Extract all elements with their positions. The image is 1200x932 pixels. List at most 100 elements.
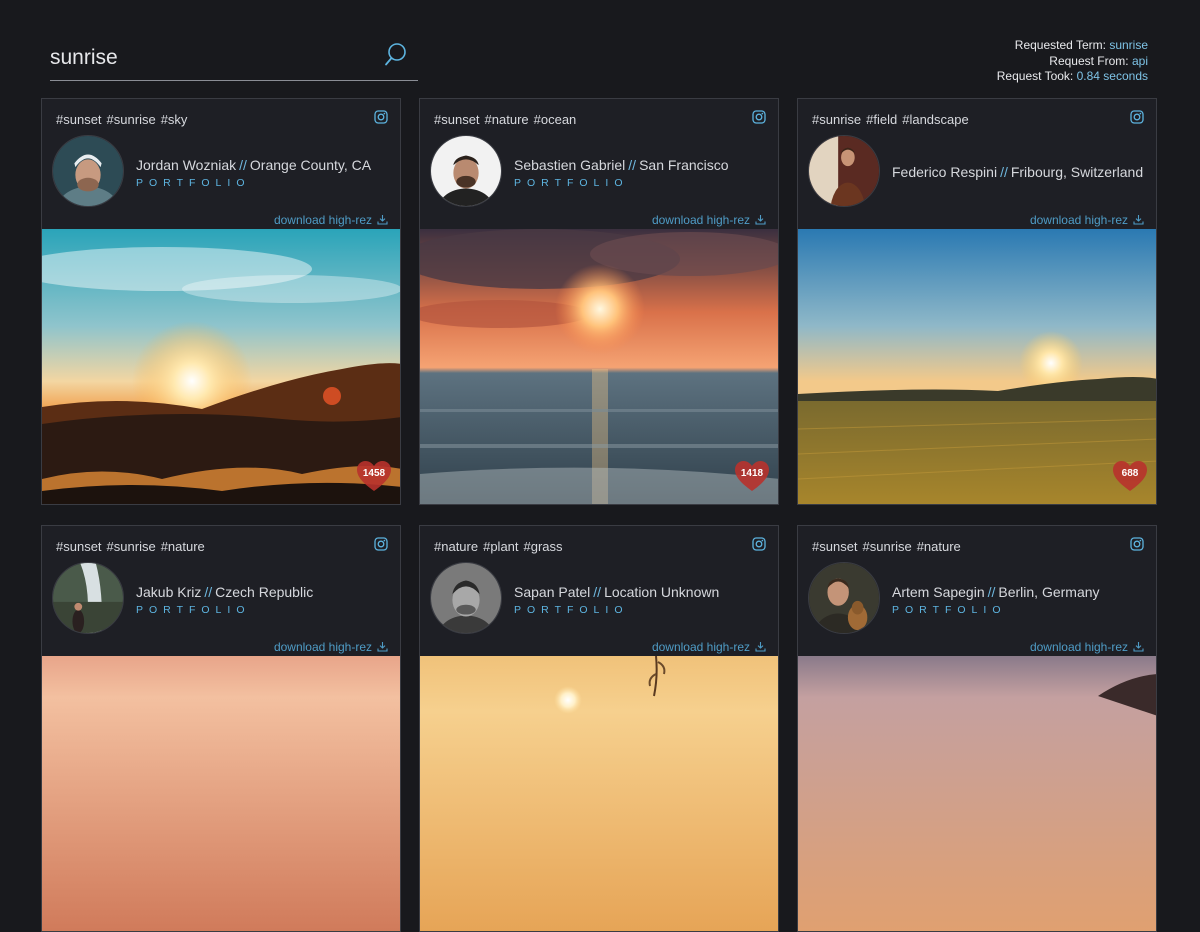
photo[interactable]: 688 <box>798 229 1156 504</box>
tag[interactable]: #nature <box>434 539 478 554</box>
author-meta: Sebastien Gabriel//San Francisco PORTFOL… <box>514 157 729 189</box>
tag-list: #sunset #nature #ocean <box>434 112 581 127</box>
download-icon <box>755 642 766 652</box>
separator: // <box>593 584 602 600</box>
like-count: 1458 <box>362 468 386 479</box>
tag[interactable]: #nature <box>485 112 529 127</box>
tag[interactable]: #sunrise <box>812 112 861 127</box>
tag[interactable]: #grass <box>524 539 563 554</box>
requested-term: Requested Term: sunrise <box>1014 38 1148 52</box>
instagram-icon[interactable] <box>374 537 388 551</box>
instagram-icon[interactable] <box>1130 537 1144 551</box>
photo-card: #sunset #sunrise #sky Jordan Wozniak//Oran… <box>41 98 401 505</box>
download-icon <box>377 642 388 652</box>
separator: // <box>1000 164 1008 180</box>
author-name[interactable]: Federico Respini <box>892 164 997 180</box>
author-location: Berlin, Germany <box>998 584 1100 600</box>
author-name[interactable]: Sapan Patel <box>514 584 590 600</box>
separator: // <box>987 584 996 600</box>
instagram-icon[interactable] <box>1130 110 1144 124</box>
author-location: Location Unknown <box>604 584 720 600</box>
avatar[interactable] <box>430 135 502 207</box>
avatar[interactable] <box>430 562 502 634</box>
download-icon <box>377 215 388 225</box>
separator: // <box>239 157 247 173</box>
request-info: Requested Term: sunrise Request From: ap… <box>997 38 1148 85</box>
avatar[interactable] <box>52 562 124 634</box>
avatar[interactable] <box>52 135 124 207</box>
author-name[interactable]: Jakub Kriz <box>136 584 201 600</box>
author-meta: Artem Sapegin//Berlin, Germany PORTFOLIO <box>892 584 1100 616</box>
download-link[interactable]: download high-rez <box>274 213 388 227</box>
author-location: Czech Republic <box>215 584 314 600</box>
download-link[interactable]: download high-rez <box>1030 213 1144 227</box>
separator: // <box>204 584 213 600</box>
portfolio-link[interactable]: PORTFOLIO <box>514 604 719 616</box>
like-button[interactable]: 688 <box>1112 460 1148 492</box>
tag[interactable]: #nature <box>161 539 205 554</box>
tag[interactable]: #sky <box>161 112 188 127</box>
download-link[interactable]: download high-rez <box>652 213 766 227</box>
portfolio-link[interactable]: PORTFOLIO <box>892 604 1100 616</box>
instagram-icon[interactable] <box>752 110 766 124</box>
download-link[interactable]: download high-rez <box>652 640 766 654</box>
portfolio-link[interactable]: PORTFOLIO <box>136 604 313 616</box>
tag-list: #sunrise #field #landscape <box>812 112 974 127</box>
author-name[interactable]: Jordan Wozniak <box>136 157 236 173</box>
tag[interactable]: #sunrise <box>107 539 156 554</box>
tag[interactable]: #sunrise <box>107 112 156 127</box>
search-input[interactable] <box>50 42 370 74</box>
author-location: San Francisco <box>639 157 729 173</box>
tag-list: #sunset #sunrise #nature <box>812 539 966 554</box>
tag-list: #sunset #sunrise #sky <box>56 112 192 127</box>
download-icon <box>1133 215 1144 225</box>
photo-card: #nature #plant #grass Sapan Patel//Locatio… <box>419 525 779 932</box>
photo-card: #sunrise #field #landscape Federico Respin… <box>797 98 1157 505</box>
author-location: Fribourg, Switzerland <box>1010 164 1144 180</box>
tag[interactable]: #sunset <box>56 112 102 127</box>
separator: // <box>628 157 637 173</box>
tag[interactable]: #sunset <box>56 539 102 554</box>
download-icon <box>755 215 766 225</box>
author-location: Orange County, CA <box>249 157 372 173</box>
photo-card: #sunset #sunrise #nature Jakub Kriz//Czech… <box>41 525 401 932</box>
tag[interactable]: #plant <box>483 539 518 554</box>
request-took: Request Took: 0.84 seconds <box>996 69 1148 83</box>
download-link[interactable]: download high-rez <box>1030 640 1144 654</box>
search-icon[interactable] <box>384 42 408 68</box>
avatar[interactable] <box>808 135 880 207</box>
tag-list: #sunset #sunrise #nature <box>56 539 210 554</box>
instagram-icon[interactable] <box>374 110 388 124</box>
instagram-icon[interactable] <box>752 537 766 551</box>
tag[interactable]: #landscape <box>902 112 969 127</box>
author-meta: Jordan Wozniak//Orange County, CA PORTFO… <box>136 157 371 189</box>
author-meta: Sapan Patel//Location Unknown PORTFOLIO <box>514 584 719 616</box>
photo[interactable] <box>798 656 1156 931</box>
tag-list: #nature #plant #grass <box>434 539 568 554</box>
search-bar <box>50 38 418 81</box>
photo-card: #sunset #nature #ocean Sebastien Gabriel//… <box>419 98 779 505</box>
tag[interactable]: #sunset <box>812 539 858 554</box>
like-button[interactable]: 1418 <box>734 460 770 492</box>
photo[interactable] <box>42 656 400 931</box>
tag[interactable]: #field <box>866 112 897 127</box>
photo[interactable] <box>420 656 778 931</box>
photo-card: #sunset #sunrise #nature Artem Sapegin//Be… <box>797 525 1157 932</box>
photo[interactable]: 1458 <box>42 229 400 504</box>
author-name[interactable]: Artem Sapegin <box>892 584 985 600</box>
portfolio-link[interactable]: PORTFOLIO <box>514 177 729 189</box>
photo[interactable]: 1418 <box>420 229 778 504</box>
author-meta: Jakub Kriz//Czech Republic PORTFOLIO <box>136 584 313 616</box>
author-name[interactable]: Sebastien Gabriel <box>514 157 625 173</box>
download-link[interactable]: download high-rez <box>274 640 388 654</box>
download-icon <box>1133 642 1144 652</box>
tag[interactable]: #ocean <box>534 112 577 127</box>
tag[interactable]: #sunset <box>434 112 480 127</box>
portfolio-link[interactable]: PORTFOLIO <box>136 177 371 189</box>
tag[interactable]: #sunrise <box>863 539 912 554</box>
tag[interactable]: #nature <box>917 539 961 554</box>
like-button[interactable]: 1458 <box>356 460 392 492</box>
author-meta: Federico Respini//Fribourg, Switzerland <box>892 164 1143 180</box>
avatar[interactable] <box>808 562 880 634</box>
request-from: Request From: api <box>1049 53 1148 68</box>
